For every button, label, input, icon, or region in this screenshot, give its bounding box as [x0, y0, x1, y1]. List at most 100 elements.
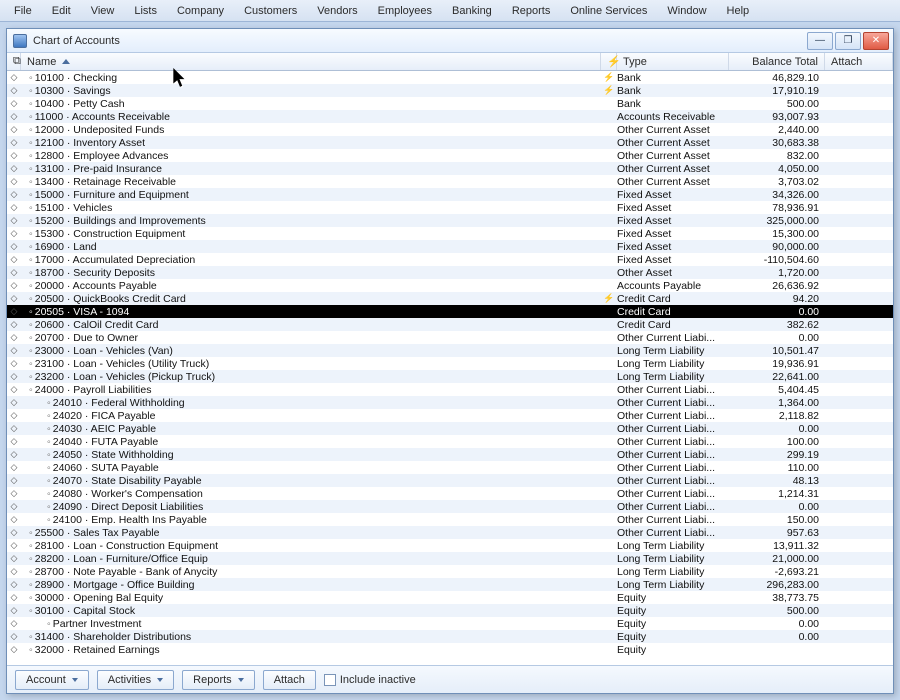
row-expand-icon: ◇	[7, 215, 21, 226]
row-expand-icon: ◇	[7, 644, 21, 655]
activities-menu-button[interactable]: Activities	[97, 670, 174, 690]
account-row[interactable]: ◇◦15300 · Construction EquipmentFixed As…	[7, 227, 893, 240]
menu-reports[interactable]: Reports	[502, 3, 561, 19]
menu-banking[interactable]: Banking	[442, 3, 502, 19]
account-row[interactable]: ◇◦24080 · Worker's CompensationOther Cur…	[7, 487, 893, 500]
accounts-grid[interactable]: ◇◦10100 · Checking⚡Bank46,829.10◇◦10300 …	[7, 71, 893, 665]
account-row[interactable]: ◇◦24090 · Direct Deposit LiabilitiesOthe…	[7, 500, 893, 513]
account-row[interactable]: ◇◦31400 · Shareholder DistributionsEquit…	[7, 630, 893, 643]
row-name: ◦24050 · State Withholding	[21, 449, 601, 461]
row-expand-icon: ◇	[7, 137, 21, 148]
account-row[interactable]: ◇◦20600 · CalOil Credit CardCredit Card3…	[7, 318, 893, 331]
account-row[interactable]: ◇◦16900 · LandFixed Asset90,000.00	[7, 240, 893, 253]
row-expand-icon: ◇	[7, 384, 21, 395]
menu-lists[interactable]: Lists	[124, 3, 167, 19]
checkbox-box	[324, 674, 336, 686]
account-row[interactable]: ◇◦11000 · Accounts ReceivableAccounts Re…	[7, 110, 893, 123]
account-row[interactable]: ◇◦24070 · State Disability PayableOther …	[7, 474, 893, 487]
window-controls: — ❐ ✕	[807, 32, 889, 50]
row-expand-icon: ◇	[7, 267, 21, 278]
account-row[interactable]: ◇◦20700 · Due to OwnerOther Current Liab…	[7, 331, 893, 344]
row-type: Bank	[617, 85, 729, 97]
account-row[interactable]: ◇◦20505 · VISA - 1094Credit Card0.00	[7, 305, 893, 318]
row-balance: 1,214.31	[729, 488, 825, 500]
account-row[interactable]: ◇◦18700 · Security DepositsOther Asset1,…	[7, 266, 893, 279]
row-name: ◦31400 · Shareholder Distributions	[21, 631, 601, 643]
account-row[interactable]: ◇◦23200 · Loan - Vehicles (Pickup Truck)…	[7, 370, 893, 383]
account-row[interactable]: ◇◦24030 · AEIC PayableOther Current Liab…	[7, 422, 893, 435]
menu-file[interactable]: File	[4, 3, 42, 19]
account-row[interactable]: ◇◦28900 · Mortgage - Office BuildingLong…	[7, 578, 893, 591]
row-expand-icon: ◇	[7, 371, 21, 382]
account-row[interactable]: ◇◦24060 · SUTA PayableOther Current Liab…	[7, 461, 893, 474]
account-row[interactable]: ◇◦28100 · Loan - Construction EquipmentL…	[7, 539, 893, 552]
account-row[interactable]: ◇◦12000 · Undeposited FundsOther Current…	[7, 123, 893, 136]
account-row[interactable]: ◇◦30000 · Opening Bal EquityEquity38,773…	[7, 591, 893, 604]
menu-help[interactable]: Help	[717, 3, 760, 19]
account-row[interactable]: ◇◦13100 · Pre-paid InsuranceOther Curren…	[7, 162, 893, 175]
account-row[interactable]: ◇◦10300 · Savings⚡Bank17,910.19	[7, 84, 893, 97]
header-balance[interactable]: Balance Total	[729, 53, 825, 70]
row-type: Fixed Asset	[617, 202, 729, 214]
account-menu-button[interactable]: Account	[15, 670, 89, 690]
account-row[interactable]: ◇◦24020 · FICA PayableOther Current Liab…	[7, 409, 893, 422]
header-type[interactable]: Type	[617, 53, 729, 70]
row-type: Fixed Asset	[617, 228, 729, 240]
account-row[interactable]: ◇◦15200 · Buildings and ImprovementsFixe…	[7, 214, 893, 227]
account-row[interactable]: ◇◦23100 · Loan - Vehicles (Utility Truck…	[7, 357, 893, 370]
account-row[interactable]: ◇◦13400 · Retainage ReceivableOther Curr…	[7, 175, 893, 188]
menu-vendors[interactable]: Vendors	[307, 3, 367, 19]
row-type: Equity	[617, 618, 729, 630]
header-flag[interactable]: ⧉	[7, 53, 21, 70]
menu-window[interactable]: Window	[657, 3, 716, 19]
account-row[interactable]: ◇◦15000 · Furniture and EquipmentFixed A…	[7, 188, 893, 201]
row-expand-icon: ◇	[7, 605, 21, 616]
account-row[interactable]: ◇◦15100 · VehiclesFixed Asset78,936.91	[7, 201, 893, 214]
menu-company[interactable]: Company	[167, 3, 234, 19]
row-name: ◦15100 · Vehicles	[21, 202, 601, 214]
row-balance: 17,910.19	[729, 85, 825, 97]
account-row[interactable]: ◇◦24000 · Payroll LiabilitiesOther Curre…	[7, 383, 893, 396]
row-balance: 0.00	[729, 618, 825, 630]
row-balance: 26,636.92	[729, 280, 825, 292]
row-type: Credit Card	[617, 306, 729, 318]
menu-edit[interactable]: Edit	[42, 3, 81, 19]
account-row[interactable]: ◇◦Partner InvestmentEquity0.00	[7, 617, 893, 630]
account-row[interactable]: ◇◦28200 · Loan - Furniture/Office EquipL…	[7, 552, 893, 565]
row-expand-icon: ◇	[7, 85, 21, 96]
account-row[interactable]: ◇◦20500 · QuickBooks Credit Card⚡Credit …	[7, 292, 893, 305]
row-name: ◦28700 · Note Payable - Bank of Anycity	[21, 566, 601, 578]
menu-online-services[interactable]: Online Services	[560, 3, 657, 19]
attach-button[interactable]: Attach	[263, 670, 316, 690]
account-row[interactable]: ◇◦32000 · Retained EarningsEquity	[7, 643, 893, 656]
minimize-button[interactable]: —	[807, 32, 833, 50]
header-online-flag[interactable]: ⚡	[601, 53, 617, 70]
account-row[interactable]: ◇◦24050 · State WithholdingOther Current…	[7, 448, 893, 461]
account-row[interactable]: ◇◦10400 · Petty CashBank500.00	[7, 97, 893, 110]
row-type: Other Current Liabi...	[617, 423, 729, 435]
account-row[interactable]: ◇◦24100 · Emp. Health Ins PayableOther C…	[7, 513, 893, 526]
account-row[interactable]: ◇◦12800 · Employee AdvancesOther Current…	[7, 149, 893, 162]
menu-customers[interactable]: Customers	[234, 3, 307, 19]
maximize-button[interactable]: ❐	[835, 32, 861, 50]
menu-view[interactable]: View	[81, 3, 125, 19]
row-type: Other Current Liabi...	[617, 527, 729, 539]
account-row[interactable]: ◇◦20000 · Accounts PayableAccounts Payab…	[7, 279, 893, 292]
account-row[interactable]: ◇◦25500 · Sales Tax PayableOther Current…	[7, 526, 893, 539]
account-row[interactable]: ◇◦30100 · Capital StockEquity500.00	[7, 604, 893, 617]
account-row[interactable]: ◇◦24010 · Federal WithholdingOther Curre…	[7, 396, 893, 409]
header-name[interactable]: Name	[21, 53, 601, 70]
account-row[interactable]: ◇◦24040 · FUTA PayableOther Current Liab…	[7, 435, 893, 448]
row-expand-icon: ◇	[7, 566, 21, 577]
account-row[interactable]: ◇◦17000 · Accumulated DepreciationFixed …	[7, 253, 893, 266]
row-balance: 382.62	[729, 319, 825, 331]
account-row[interactable]: ◇◦12100 · Inventory AssetOther Current A…	[7, 136, 893, 149]
header-attach[interactable]: Attach	[825, 53, 893, 70]
include-inactive-checkbox[interactable]: Include inactive	[324, 674, 416, 686]
account-row[interactable]: ◇◦23000 · Loan - Vehicles (Van)Long Term…	[7, 344, 893, 357]
close-button[interactable]: ✕	[863, 32, 889, 50]
reports-menu-button[interactable]: Reports	[182, 670, 255, 690]
menu-employees[interactable]: Employees	[368, 3, 442, 19]
account-row[interactable]: ◇◦10100 · Checking⚡Bank46,829.10	[7, 71, 893, 84]
account-row[interactable]: ◇◦28700 · Note Payable - Bank of Anycity…	[7, 565, 893, 578]
